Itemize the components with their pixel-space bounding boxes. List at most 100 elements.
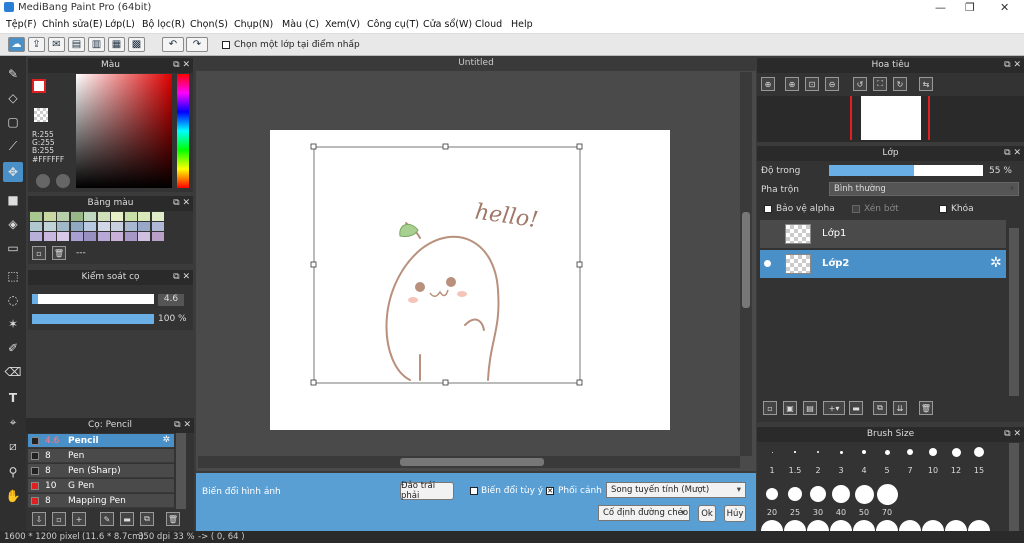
new-layer-icon[interactable]: ▫ — [763, 401, 777, 415]
brush-item[interactable]: 8 Mapping Pen — [28, 494, 174, 508]
palette-swatch[interactable] — [84, 232, 96, 241]
fit-window-icon[interactable]: ⛶ — [873, 77, 887, 91]
rectangle-tool-icon[interactable]: ▢ — [3, 112, 23, 132]
brush-size-dot[interactable] — [974, 447, 984, 457]
menu-file[interactable]: Tệp(F) — [6, 19, 37, 30]
brush-settings-icon[interactable]: ✲ — [162, 435, 170, 445]
fit-icon[interactable]: ⊡ — [805, 77, 819, 91]
hue-slider[interactable] — [177, 74, 189, 188]
ok-button[interactable]: Ok — [698, 505, 716, 522]
cancel-button[interactable]: Hủy — [724, 505, 746, 522]
eyedropper-icon[interactable]: ⚲ — [3, 462, 23, 482]
brush-size-dot[interactable] — [951, 447, 961, 457]
blend-mode-select[interactable]: Bình thường — [829, 182, 1019, 196]
brush-size-slider[interactable] — [32, 294, 154, 304]
hand-tool-icon[interactable]: ✋ — [3, 486, 23, 506]
handle-mr[interactable] — [576, 261, 583, 268]
layer-scrollbar[interactable] — [1009, 228, 1019, 396]
layer-opacity-slider[interactable] — [829, 165, 983, 176]
magic-wand-icon[interactable]: ✶ — [3, 314, 23, 334]
brush-tool-icon[interactable]: ✎ — [3, 64, 23, 84]
brush-size-dot[interactable] — [884, 449, 890, 455]
horizontal-scrollbar[interactable] — [198, 456, 740, 468]
handle-bl[interactable] — [310, 379, 317, 386]
brush-size-dot[interactable] — [794, 451, 796, 453]
panel-close-icon[interactable]: ⧉ ✕ — [173, 196, 190, 211]
zoom-in-2-icon[interactable]: ⊕ — [785, 77, 799, 91]
handle-tc[interactable] — [442, 143, 449, 150]
palette-swatch[interactable] — [57, 212, 69, 221]
brush-item[interactable]: 8 Pen (Sharp) — [28, 464, 174, 478]
palette-swatch[interactable] — [57, 232, 69, 241]
panel-close-icon[interactable]: ⧉ ✕ — [173, 58, 190, 73]
palette-swatch[interactable] — [111, 222, 123, 231]
brush-delete-icon[interactable]: 🗑 — [166, 512, 180, 526]
lasso-icon[interactable]: ◌ — [3, 290, 23, 310]
document-icon[interactable]: ▥ — [88, 37, 105, 52]
fill-rect-tool-icon[interactable]: ■ — [3, 190, 23, 210]
brush-scrollbar[interactable] — [176, 433, 186, 509]
panel-close-icon[interactable]: ⧉ ✕ — [1004, 427, 1021, 442]
palette-swatch[interactable] — [151, 232, 164, 241]
brush-item[interactable]: 8 Pen — [28, 449, 174, 463]
panel-close-icon[interactable]: ⧉ ✕ — [1004, 146, 1021, 161]
menu-layer[interactable]: Lớp(L) — [105, 19, 135, 30]
layer-visible-icon[interactable] — [764, 260, 771, 267]
page-icon[interactable]: ▤ — [68, 37, 85, 52]
brush-size-dot[interactable] — [862, 450, 866, 454]
close-button[interactable]: ✕ — [1000, 1, 1009, 14]
panel-close-icon[interactable]: ⧉ ✕ — [174, 418, 191, 433]
palette-add-icon[interactable] — [56, 174, 70, 188]
palette-swatch[interactable] — [124, 232, 137, 241]
palette-swatch[interactable] — [111, 212, 123, 221]
panel-close-icon[interactable]: ⧉ ✕ — [173, 270, 190, 285]
eraser-tool-icon[interactable]: ◇ — [3, 88, 23, 108]
palette-swatch[interactable] — [84, 222, 96, 231]
palette-swatch[interactable] — [124, 212, 137, 221]
layer-settings-icon[interactable]: ✲ — [990, 255, 1002, 271]
rotate-right-icon[interactable]: ↻ — [893, 77, 907, 91]
brush-copy-icon[interactable]: ⧉ — [140, 512, 154, 526]
canvas-paper[interactable]: hello! — [270, 130, 670, 430]
fix-diagonal-select[interactable]: Cố định đường chéo — [598, 505, 690, 521]
handle-bc[interactable] — [442, 379, 449, 386]
divide-tool-icon[interactable]: ⧄ — [3, 436, 23, 456]
palette-swatch[interactable] — [70, 222, 83, 231]
interpolation-select[interactable]: Song tuyến tính (Mượt) — [606, 482, 746, 498]
brush-size-dot[interactable] — [771, 451, 773, 453]
flip-horizontal-button[interactable]: Đảo trái phải — [400, 481, 454, 501]
vertical-scrollbar[interactable] — [740, 72, 752, 456]
brush-size-dot[interactable] — [876, 483, 898, 505]
brush-size-dot[interactable] — [817, 451, 819, 453]
palette-swatch[interactable] — [70, 232, 83, 241]
menu-snap[interactable]: Chụp(N) — [234, 19, 273, 30]
undo-icon[interactable]: ↶ — [162, 37, 184, 52]
layer-row-2[interactable]: Lớp2 ✲ — [760, 250, 1006, 278]
new-layer-1bit-icon[interactable]: ▤ — [803, 401, 817, 415]
layer-folder-icon[interactable]: ▬ — [849, 401, 863, 415]
select-eraser-icon[interactable]: ⌫ — [3, 362, 23, 382]
handle-tl[interactable] — [310, 143, 317, 150]
delete-palette-icon[interactable]: 🗑 — [52, 246, 66, 260]
zoom-in-icon[interactable]: ⊕ — [761, 77, 775, 91]
new-layer-8bit-icon[interactable]: ▣ — [783, 401, 797, 415]
palette-swatch[interactable] — [97, 212, 110, 221]
brush-size-dot[interactable] — [766, 488, 778, 500]
brush-opacity-slider[interactable] — [32, 314, 154, 324]
operation-tool-icon[interactable]: ⌖ — [3, 412, 23, 432]
brush-item[interactable]: 10 G Pen — [28, 479, 174, 493]
move-tool-icon[interactable]: ✥ — [3, 162, 23, 182]
transparent-color[interactable] — [34, 108, 48, 122]
select-rect-icon[interactable]: ⬚ — [3, 266, 23, 286]
redo-icon[interactable]: ↷ — [186, 37, 208, 52]
maximize-button[interactable]: ❐ — [965, 1, 975, 14]
palette-swatch[interactable] — [151, 222, 164, 231]
palette-swatch[interactable] — [151, 212, 164, 221]
palette-swatch[interactable] — [43, 212, 56, 221]
panel-close-icon[interactable]: ⧉ ✕ — [1004, 58, 1021, 73]
palette-swatch[interactable] — [30, 222, 42, 231]
brush-size-dot[interactable] — [810, 486, 826, 502]
text-tool-icon[interactable]: T — [3, 388, 23, 408]
brush-add-icon[interactable]: + — [72, 512, 86, 526]
palette-swatch[interactable] — [30, 232, 42, 241]
